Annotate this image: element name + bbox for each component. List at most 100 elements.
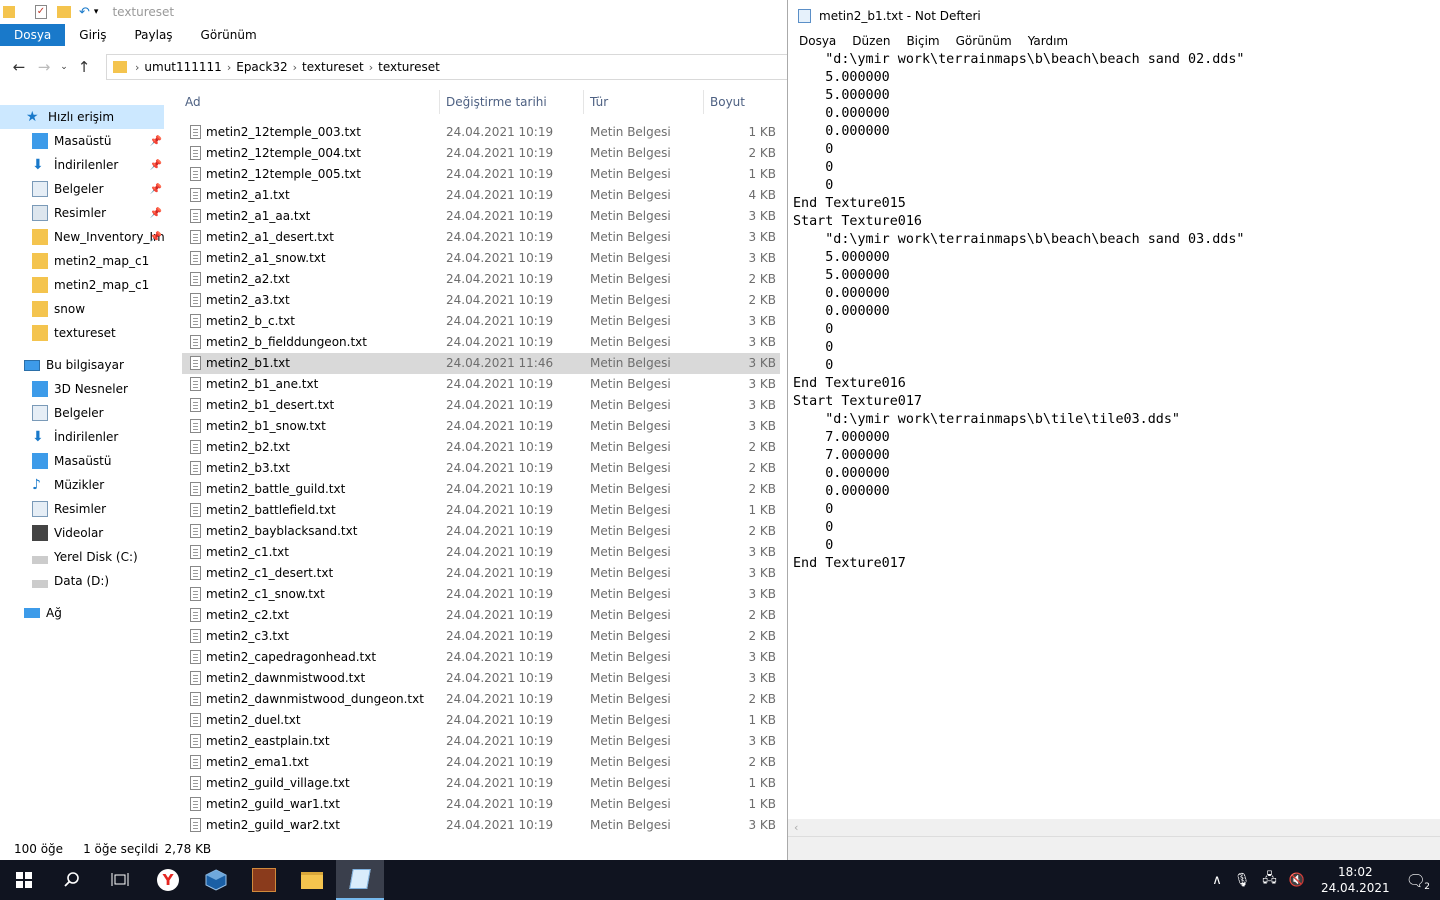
table-row[interactable]: metin2_capedragonhead.txt 24.04.2021 10:1…	[182, 647, 780, 668]
table-row[interactable]: metin2_b1_ane.txt 24.04.2021 10:19 Metin B…	[182, 374, 780, 395]
table-row[interactable]: metin2_b2.txt 24.04.2021 10:19 Metin Belge…	[182, 437, 780, 458]
table-row[interactable]: metin2_b_c.txt 24.04.2021 10:19 Metin Belg…	[182, 311, 780, 332]
table-row[interactable]: metin2_battle_guild.txt 24.04.2021 10:19 M…	[182, 479, 780, 500]
nav-quick-item[interactable]: metin2_map_c1	[0, 273, 166, 297]
nav-pc-item[interactable]: ⬇ İndirilenler	[0, 425, 166, 449]
table-row[interactable]: metin2_a1.txt 24.04.2021 10:19 Metin Belge…	[182, 185, 780, 206]
table-row[interactable]: metin2_bayblacksand.txt 24.04.2021 10:19 M…	[182, 521, 780, 542]
table-row[interactable]: metin2_b3.txt 24.04.2021 10:19 Metin Belge…	[182, 458, 780, 479]
search-icon[interactable]	[48, 860, 96, 900]
folder-icon[interactable]	[3, 6, 15, 18]
scroll-left-icon[interactable]: ‹	[794, 821, 798, 834]
network-icon[interactable]: 🖧	[1262, 869, 1277, 891]
menu-yardim[interactable]: Yardım	[1020, 34, 1076, 48]
table-row[interactable]: metin2_c1_desert.txt 24.04.2021 10:19 Meti…	[182, 563, 780, 584]
undo-icon[interactable]: ↶	[79, 5, 90, 20]
nav-pc-item[interactable]: Videolar	[0, 521, 166, 545]
chevron-right-icon[interactable]: ›	[369, 61, 373, 74]
menu-bicim[interactable]: Biçim	[898, 34, 947, 48]
table-row[interactable]: metin2_guild_war1.txt 24.04.2021 10:19 Met…	[182, 794, 780, 815]
tab-gorunum[interactable]: Görünüm	[187, 24, 271, 46]
tab-giris[interactable]: Giriş	[65, 24, 120, 46]
table-row[interactable]: metin2_a1_aa.txt 24.04.2021 10:19 Metin Be…	[182, 206, 780, 227]
chevron-right-icon[interactable]: ›	[227, 61, 231, 74]
table-row[interactable]: metin2_duel.txt 24.04.2021 10:19 Metin Bel…	[182, 710, 780, 731]
windows-start-icon[interactable]	[0, 860, 48, 900]
nav-quick-item[interactable]: metin2_map_c1	[0, 249, 166, 273]
nav-network[interactable]: Ağ	[0, 601, 166, 625]
table-row[interactable]: metin2_a1_snow.txt 24.04.2021 10:19 Metin …	[182, 248, 780, 269]
table-row[interactable]: metin2_c1_snow.txt 24.04.2021 10:19 Metin …	[182, 584, 780, 605]
chevron-up-icon[interactable]: ∧	[1212, 873, 1222, 888]
clock[interactable]: 18:02 24.04.2021	[1321, 864, 1390, 896]
table-row[interactable]: metin2_12temple_005.txt 24.04.2021 10:19 M…	[182, 164, 780, 185]
nav-pc-item[interactable]: 3D Nesneler	[0, 377, 166, 401]
nav-quick-item[interactable]: Belgeler 📌	[0, 177, 166, 201]
table-row[interactable]: metin2_ema1.txt 24.04.2021 10:19 Metin Bel…	[182, 752, 780, 773]
recent-locations-chevron-icon[interactable]: ⌄	[58, 62, 70, 72]
menu-gorunum[interactable]: Görünüm	[948, 34, 1020, 48]
column-size[interactable]: Boyut	[710, 95, 745, 109]
task-view-icon[interactable]	[96, 860, 144, 900]
table-row[interactable]: metin2_b_fielddungeon.txt 24.04.2021 10:1…	[182, 332, 780, 353]
notification-icon[interactable]: 🗨 2	[1406, 871, 1430, 892]
table-row[interactable]: metin2_b1_snow.txt 24.04.2021 10:19 Metin …	[182, 416, 780, 437]
nav-quick-item[interactable]: Masaüstü 📌	[0, 129, 166, 153]
back-arrow-icon[interactable]: ←	[8, 58, 30, 76]
table-row[interactable]: metin2_c3.txt 24.04.2021 10:19 Metin Belge…	[182, 626, 780, 647]
table-row[interactable]: metin2_c1.txt 24.04.2021 10:19 Metin Belge…	[182, 542, 780, 563]
pin-icon[interactable]: 📌	[150, 160, 162, 171]
table-row[interactable]: metin2_guild_war2.txt 24.04.2021 10:19 Met…	[182, 815, 780, 835]
virtualbox-icon[interactable]	[192, 860, 240, 900]
column-name[interactable]: Ad	[185, 95, 201, 109]
menu-dosya[interactable]: Dosya	[791, 34, 844, 48]
nav-pc-item[interactable]: Resimler	[0, 497, 166, 521]
pin-icon[interactable]: 📌	[150, 184, 162, 195]
nav-quick-item[interactable]: New_Inventory_Im 📌	[0, 225, 166, 249]
table-row[interactable]: metin2_battlefield.txt 24.04.2021 10:19 Me…	[182, 500, 780, 521]
breadcrumb-umut111111[interactable]: umut111111	[144, 60, 221, 74]
table-row[interactable]: metin2_12temple_003.txt 24.04.2021 10:19 M…	[182, 122, 780, 143]
chevron-right-icon[interactable]: ›	[135, 61, 139, 74]
table-row[interactable]: metin2_guild_village.txt 24.04.2021 10:19…	[182, 773, 780, 794]
nav-pc-item[interactable]: Yerel Disk (C:)	[0, 545, 166, 569]
notepad-taskbar-icon[interactable]	[336, 860, 384, 900]
nav-pc-item[interactable]: Belgeler	[0, 401, 166, 425]
up-arrow-icon[interactable]: ↑	[73, 58, 95, 76]
table-row[interactable]: metin2_a2.txt 24.04.2021 10:19 Metin Belge…	[182, 269, 780, 290]
forward-arrow-icon[interactable]: →	[33, 58, 55, 76]
table-row[interactable]: metin2_eastplain.txt 24.04.2021 10:19 Meti…	[182, 731, 780, 752]
nav-quick-item[interactable]: snow	[0, 297, 166, 321]
table-row[interactable]: metin2_c2.txt 24.04.2021 10:19 Metin Belge…	[182, 605, 780, 626]
speaker-muted-icon[interactable]: 🔇	[1289, 873, 1305, 888]
nav-pc-item[interactable]: Masaüstü	[0, 449, 166, 473]
breadcrumb-textureset-2[interactable]: textureset	[378, 60, 440, 74]
table-row[interactable]: metin2_a1_desert.txt 24.04.2021 10:19 Meti…	[182, 227, 780, 248]
nav-quick-access[interactable]: ★ Hızlı erişim	[0, 105, 164, 129]
pin-icon[interactable]: 📌	[150, 136, 162, 147]
column-type[interactable]: Tür	[590, 95, 608, 109]
properties-icon[interactable]: ✓	[35, 5, 47, 19]
microphone-icon[interactable]: 🎙	[1234, 873, 1251, 888]
yandex-browser-icon[interactable]: Y	[144, 860, 192, 900]
nav-pc-item[interactable]: ♪ Müzikler	[0, 473, 166, 497]
nav-quick-item[interactable]: Resimler 📌	[0, 201, 166, 225]
pin-icon[interactable]: 📌	[150, 232, 162, 243]
table-row[interactable]: metin2_dawnmistwood_dungeon.txt 24.04.202…	[182, 689, 780, 710]
horizontal-scrollbar[interactable]: ‹	[788, 819, 1440, 836]
tab-dosya[interactable]: Dosya	[0, 24, 66, 46]
nav-quick-item[interactable]: textureset	[0, 321, 166, 345]
notepad-text-area[interactable]: "d:\ymir work\terrainmaps\b\beach\beach …	[793, 51, 1438, 819]
nav-pc-item[interactable]: Data (D:)	[0, 569, 166, 593]
file-explorer-icon[interactable]	[288, 860, 336, 900]
table-row[interactable]: metin2_b1.txt 24.04.2021 11:46 Metin Belge…	[182, 353, 780, 374]
breadcrumb-textureset-1[interactable]: textureset	[302, 60, 364, 74]
table-row[interactable]: metin2_12temple_004.txt 24.04.2021 10:19 M…	[182, 143, 780, 164]
breadcrumb-epack32[interactable]: Epack32	[236, 60, 287, 74]
table-row[interactable]: metin2_b1_desert.txt 24.04.2021 10:19 Meti…	[182, 395, 780, 416]
new-folder-icon[interactable]	[57, 6, 71, 18]
tab-paylas[interactable]: Paylaş	[120, 24, 186, 46]
nav-quick-item[interactable]: ⬇ İndirilenler 📌	[0, 153, 166, 177]
column-date[interactable]: Değiştirme tarihi	[446, 95, 547, 109]
address-bar[interactable]: › umut111111 › Epack32 › textureset › te…	[106, 54, 796, 80]
